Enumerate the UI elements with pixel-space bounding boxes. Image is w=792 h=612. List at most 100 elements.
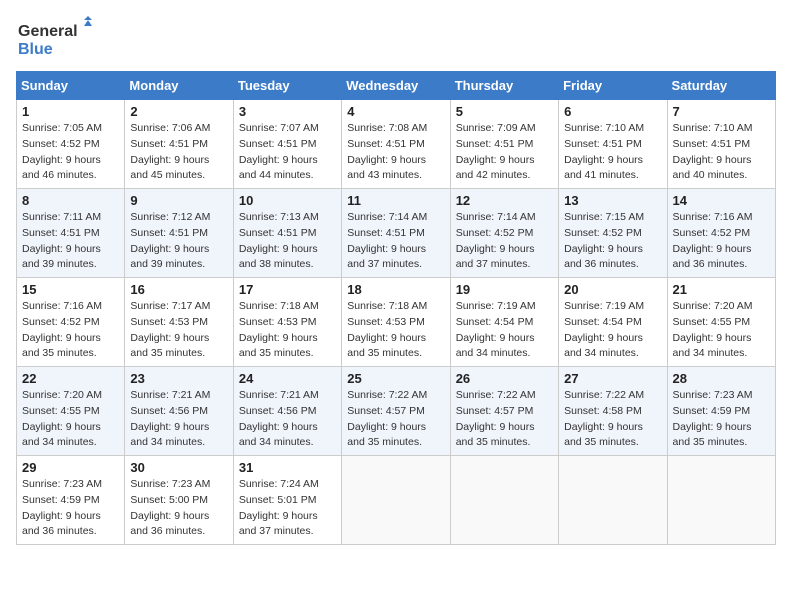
day-number: 31 bbox=[239, 460, 336, 475]
day-sunset: Sunset: 4:59 PM bbox=[673, 405, 751, 417]
day-sunset: Sunset: 4:52 PM bbox=[22, 138, 100, 150]
day-number: 25 bbox=[347, 371, 444, 386]
day-cell-6: 6 Sunrise: 7:10 AM Sunset: 4:51 PM Dayli… bbox=[559, 100, 667, 189]
day-cell-31: 31 Sunrise: 7:24 AM Sunset: 5:01 PM Dayl… bbox=[233, 456, 341, 545]
logo-icon: General Blue bbox=[16, 16, 96, 61]
day-sunset: Sunset: 4:53 PM bbox=[347, 316, 425, 328]
day-number: 11 bbox=[347, 193, 444, 208]
calendar-week-3: 15 Sunrise: 7:16 AM Sunset: 4:52 PM Dayl… bbox=[17, 278, 776, 367]
day-daylight: Daylight: 9 hours and 39 minutes. bbox=[130, 243, 209, 271]
day-cell-12: 12 Sunrise: 7:14 AM Sunset: 4:52 PM Dayl… bbox=[450, 189, 558, 278]
empty-cell bbox=[342, 456, 450, 545]
day-sunrise: Sunrise: 7:16 AM bbox=[22, 300, 102, 312]
calendar-header-monday: Monday bbox=[125, 72, 233, 100]
calendar-table: SundayMondayTuesdayWednesdayThursdayFrid… bbox=[16, 71, 776, 545]
day-daylight: Daylight: 9 hours and 45 minutes. bbox=[130, 154, 209, 182]
calendar-header-friday: Friday bbox=[559, 72, 667, 100]
day-daylight: Daylight: 9 hours and 34 minutes. bbox=[22, 421, 101, 449]
calendar-header-thursday: Thursday bbox=[450, 72, 558, 100]
day-cell-11: 11 Sunrise: 7:14 AM Sunset: 4:51 PM Dayl… bbox=[342, 189, 450, 278]
day-daylight: Daylight: 9 hours and 37 minutes. bbox=[347, 243, 426, 271]
svg-text:General: General bbox=[18, 23, 78, 40]
day-daylight: Daylight: 9 hours and 36 minutes. bbox=[564, 243, 643, 271]
day-sunrise: Sunrise: 7:08 AM bbox=[347, 122, 427, 134]
day-daylight: Daylight: 9 hours and 40 minutes. bbox=[673, 154, 752, 182]
day-sunset: Sunset: 4:52 PM bbox=[22, 316, 100, 328]
day-daylight: Daylight: 9 hours and 41 minutes. bbox=[564, 154, 643, 182]
day-cell-10: 10 Sunrise: 7:13 AM Sunset: 4:51 PM Dayl… bbox=[233, 189, 341, 278]
day-sunrise: Sunrise: 7:23 AM bbox=[673, 389, 753, 401]
day-cell-16: 16 Sunrise: 7:17 AM Sunset: 4:53 PM Dayl… bbox=[125, 278, 233, 367]
day-daylight: Daylight: 9 hours and 34 minutes. bbox=[456, 332, 535, 360]
day-sunrise: Sunrise: 7:10 AM bbox=[673, 122, 753, 134]
day-number: 6 bbox=[564, 104, 661, 119]
day-cell-1: 1 Sunrise: 7:05 AM Sunset: 4:52 PM Dayli… bbox=[17, 100, 125, 189]
day-sunset: Sunset: 4:51 PM bbox=[673, 138, 751, 150]
day-daylight: Daylight: 9 hours and 43 minutes. bbox=[347, 154, 426, 182]
day-number: 8 bbox=[22, 193, 119, 208]
day-sunrise: Sunrise: 7:21 AM bbox=[239, 389, 319, 401]
day-cell-15: 15 Sunrise: 7:16 AM Sunset: 4:52 PM Dayl… bbox=[17, 278, 125, 367]
day-sunrise: Sunrise: 7:22 AM bbox=[564, 389, 644, 401]
calendar-week-2: 8 Sunrise: 7:11 AM Sunset: 4:51 PM Dayli… bbox=[17, 189, 776, 278]
day-number: 1 bbox=[22, 104, 119, 119]
day-sunrise: Sunrise: 7:16 AM bbox=[673, 211, 753, 223]
day-sunrise: Sunrise: 7:23 AM bbox=[130, 478, 210, 490]
day-sunrise: Sunrise: 7:20 AM bbox=[22, 389, 102, 401]
day-number: 20 bbox=[564, 282, 661, 297]
day-sunrise: Sunrise: 7:07 AM bbox=[239, 122, 319, 134]
day-number: 15 bbox=[22, 282, 119, 297]
day-daylight: Daylight: 9 hours and 37 minutes. bbox=[456, 243, 535, 271]
day-number: 30 bbox=[130, 460, 227, 475]
day-sunset: Sunset: 5:00 PM bbox=[130, 494, 208, 506]
day-sunset: Sunset: 4:59 PM bbox=[22, 494, 100, 506]
calendar-header-saturday: Saturday bbox=[667, 72, 775, 100]
day-sunrise: Sunrise: 7:05 AM bbox=[22, 122, 102, 134]
day-sunset: Sunset: 4:53 PM bbox=[239, 316, 317, 328]
day-cell-20: 20 Sunrise: 7:19 AM Sunset: 4:54 PM Dayl… bbox=[559, 278, 667, 367]
day-daylight: Daylight: 9 hours and 35 minutes. bbox=[673, 421, 752, 449]
empty-cell bbox=[450, 456, 558, 545]
day-sunset: Sunset: 4:56 PM bbox=[239, 405, 317, 417]
day-cell-21: 21 Sunrise: 7:20 AM Sunset: 4:55 PM Dayl… bbox=[667, 278, 775, 367]
day-cell-8: 8 Sunrise: 7:11 AM Sunset: 4:51 PM Dayli… bbox=[17, 189, 125, 278]
day-number: 7 bbox=[673, 104, 770, 119]
day-daylight: Daylight: 9 hours and 37 minutes. bbox=[239, 510, 318, 538]
day-cell-14: 14 Sunrise: 7:16 AM Sunset: 4:52 PM Dayl… bbox=[667, 189, 775, 278]
day-cell-19: 19 Sunrise: 7:19 AM Sunset: 4:54 PM Dayl… bbox=[450, 278, 558, 367]
day-sunrise: Sunrise: 7:09 AM bbox=[456, 122, 536, 134]
svg-text:Blue: Blue bbox=[18, 41, 53, 58]
day-number: 29 bbox=[22, 460, 119, 475]
day-sunset: Sunset: 4:51 PM bbox=[130, 227, 208, 239]
day-cell-23: 23 Sunrise: 7:21 AM Sunset: 4:56 PM Dayl… bbox=[125, 367, 233, 456]
day-daylight: Daylight: 9 hours and 38 minutes. bbox=[239, 243, 318, 271]
day-sunrise: Sunrise: 7:24 AM bbox=[239, 478, 319, 490]
day-cell-4: 4 Sunrise: 7:08 AM Sunset: 4:51 PM Dayli… bbox=[342, 100, 450, 189]
calendar-header-tuesday: Tuesday bbox=[233, 72, 341, 100]
day-number: 10 bbox=[239, 193, 336, 208]
day-number: 18 bbox=[347, 282, 444, 297]
day-daylight: Daylight: 9 hours and 35 minutes. bbox=[347, 332, 426, 360]
day-sunrise: Sunrise: 7:21 AM bbox=[130, 389, 210, 401]
day-sunset: Sunset: 4:54 PM bbox=[564, 316, 642, 328]
day-daylight: Daylight: 9 hours and 46 minutes. bbox=[22, 154, 101, 182]
day-sunrise: Sunrise: 7:14 AM bbox=[347, 211, 427, 223]
day-number: 27 bbox=[564, 371, 661, 386]
day-daylight: Daylight: 9 hours and 35 minutes. bbox=[456, 421, 535, 449]
day-cell-22: 22 Sunrise: 7:20 AM Sunset: 4:55 PM Dayl… bbox=[17, 367, 125, 456]
day-number: 26 bbox=[456, 371, 553, 386]
day-sunset: Sunset: 4:51 PM bbox=[347, 138, 425, 150]
day-daylight: Daylight: 9 hours and 35 minutes. bbox=[347, 421, 426, 449]
page-header: General Blue bbox=[16, 16, 776, 61]
day-sunset: Sunset: 4:52 PM bbox=[456, 227, 534, 239]
day-daylight: Daylight: 9 hours and 35 minutes. bbox=[22, 332, 101, 360]
day-sunset: Sunset: 4:52 PM bbox=[564, 227, 642, 239]
day-daylight: Daylight: 9 hours and 34 minutes. bbox=[130, 421, 209, 449]
day-sunrise: Sunrise: 7:10 AM bbox=[564, 122, 644, 134]
day-sunrise: Sunrise: 7:14 AM bbox=[456, 211, 536, 223]
day-number: 5 bbox=[456, 104, 553, 119]
day-daylight: Daylight: 9 hours and 35 minutes. bbox=[130, 332, 209, 360]
day-cell-26: 26 Sunrise: 7:22 AM Sunset: 4:57 PM Dayl… bbox=[450, 367, 558, 456]
calendar-header-wednesday: Wednesday bbox=[342, 72, 450, 100]
day-sunset: Sunset: 4:51 PM bbox=[347, 227, 425, 239]
